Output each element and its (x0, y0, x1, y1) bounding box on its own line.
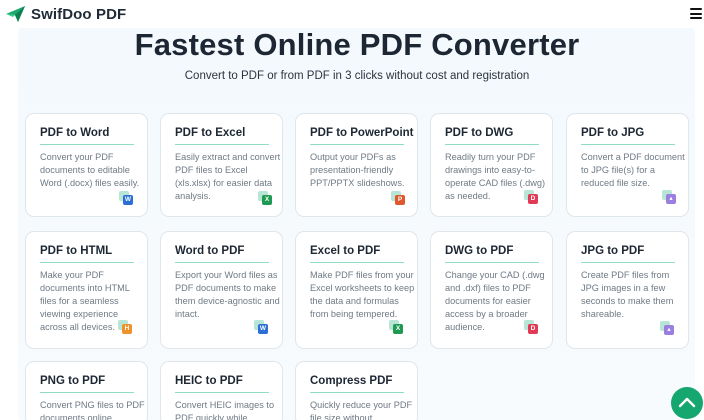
page-subtitle: Convert to PDF or from PDF in 3 clicks w… (184, 70, 530, 82)
card-title: PNG to PDF (40, 375, 106, 387)
card-title: Word to PDF (175, 245, 245, 257)
card-divider (175, 262, 269, 263)
card-description: Convert PNG files to PDF documents onlin… (40, 400, 145, 420)
hamburger-menu-icon[interactable] (690, 8, 702, 19)
card-divider (581, 262, 675, 263)
page-title: Fastest Online PDF Converter (134, 27, 580, 62)
card-divider (445, 262, 539, 263)
powerpoint-file-icon: P (391, 191, 405, 205)
card-description: Output your PDFs as presentation-friendl… (310, 152, 405, 188)
dwg-file-icon: D (524, 320, 538, 334)
card-divider (310, 144, 404, 145)
card-divider (175, 144, 269, 145)
card-title: HEIC to PDF (175, 375, 243, 387)
dwg-file-icon: D (524, 190, 538, 204)
html-file-icon: H (118, 320, 132, 334)
excel-file-icon: X (389, 320, 403, 334)
scroll-to-top-button[interactable] (671, 387, 703, 419)
card-title: Excel to PDF (310, 245, 381, 257)
card-divider (310, 262, 404, 263)
site-header: SwifDoo PDF (0, 0, 704, 28)
chevron-up-icon (678, 397, 696, 408)
card-divider (175, 392, 269, 393)
card-title: PDF to DWG (445, 127, 514, 139)
card-divider (40, 144, 134, 145)
converter-card-pdf-to-html[interactable]: PDF to HTML Make your PDF documents into … (25, 231, 148, 349)
card-description: Convert your PDF documents to editable W… (40, 152, 140, 188)
card-title: PDF to JPG (581, 127, 645, 139)
card-title: PDF to Word (40, 127, 110, 139)
card-divider (40, 392, 134, 393)
card-title: JPG to PDF (581, 245, 645, 257)
swifdoo-logo-icon (6, 6, 25, 22)
card-title: Compress PDF (310, 375, 393, 387)
card-title: PDF to PowerPoint (310, 127, 414, 139)
card-title: DWG to PDF (445, 245, 514, 257)
converter-card-pdf-to-jpg[interactable]: PDF to JPG Convert a PDF document to JPG … (566, 113, 689, 217)
card-description: Make PDF files from your Excel worksheet… (310, 270, 415, 319)
brand-logo[interactable]: SwifDoo PDF (5, 4, 126, 24)
converter-card-dwg-to-pdf[interactable]: DWG to PDF Change your CAD (.dwg and .dxf… (430, 231, 553, 349)
word-file-icon: W (254, 320, 268, 334)
card-description: Convert HEIC images to PDF quickly while (175, 400, 275, 420)
card-description: Quickly reduce your PDF file size withou… (310, 400, 413, 420)
converter-card-png-to-pdf[interactable]: PNG to PDF Convert PNG files to PDF docum… (25, 361, 148, 420)
brand-name: SwifDoo PDF (31, 5, 127, 23)
converter-card-compress-pdf[interactable]: Compress PDF Quickly reduce your PDF file… (295, 361, 418, 420)
card-title: PDF to HTML (40, 245, 113, 257)
converter-card-word-to-pdf[interactable]: Word to PDF Export your Word files as PDF… (160, 231, 283, 349)
excel-file-icon: X (258, 191, 272, 205)
converter-card-pdf-to-powerpoint[interactable]: PDF to PowerPoint Output your PDFs as pre… (295, 113, 418, 217)
word-file-icon: W (119, 191, 133, 205)
converter-card-pdf-to-excel[interactable]: PDF to Excel Easily extract and convert P… (160, 113, 283, 217)
image-file-icon: ▴ (662, 190, 676, 204)
converter-card-pdf-to-dwg[interactable]: PDF to DWG Readily turn your PDF drawings… (430, 113, 553, 217)
card-divider (310, 392, 404, 393)
converter-card-excel-to-pdf[interactable]: Excel to PDF Make PDF files from your Exc… (295, 231, 418, 349)
converter-card-heic-to-pdf[interactable]: HEIC to PDF Convert HEIC images to PDF qu… (160, 361, 283, 420)
card-title: PDF to Excel (175, 127, 246, 139)
card-description: Export your Word files as PDF documents … (175, 270, 280, 319)
card-description: Create PDF files from JPG images in a fe… (581, 270, 674, 319)
card-description: Convert a PDF document to JPG file(s) fo… (581, 152, 685, 188)
converter-card-pdf-to-word[interactable]: PDF to Word Convert your PDF documents to… (25, 113, 148, 217)
converter-card-jpg-to-pdf[interactable]: JPG to PDF Create PDF files from JPG imag… (566, 231, 689, 349)
card-divider (445, 144, 539, 145)
image-file-icon: ▴ (660, 321, 674, 335)
card-divider (581, 144, 675, 145)
card-divider (40, 262, 134, 263)
